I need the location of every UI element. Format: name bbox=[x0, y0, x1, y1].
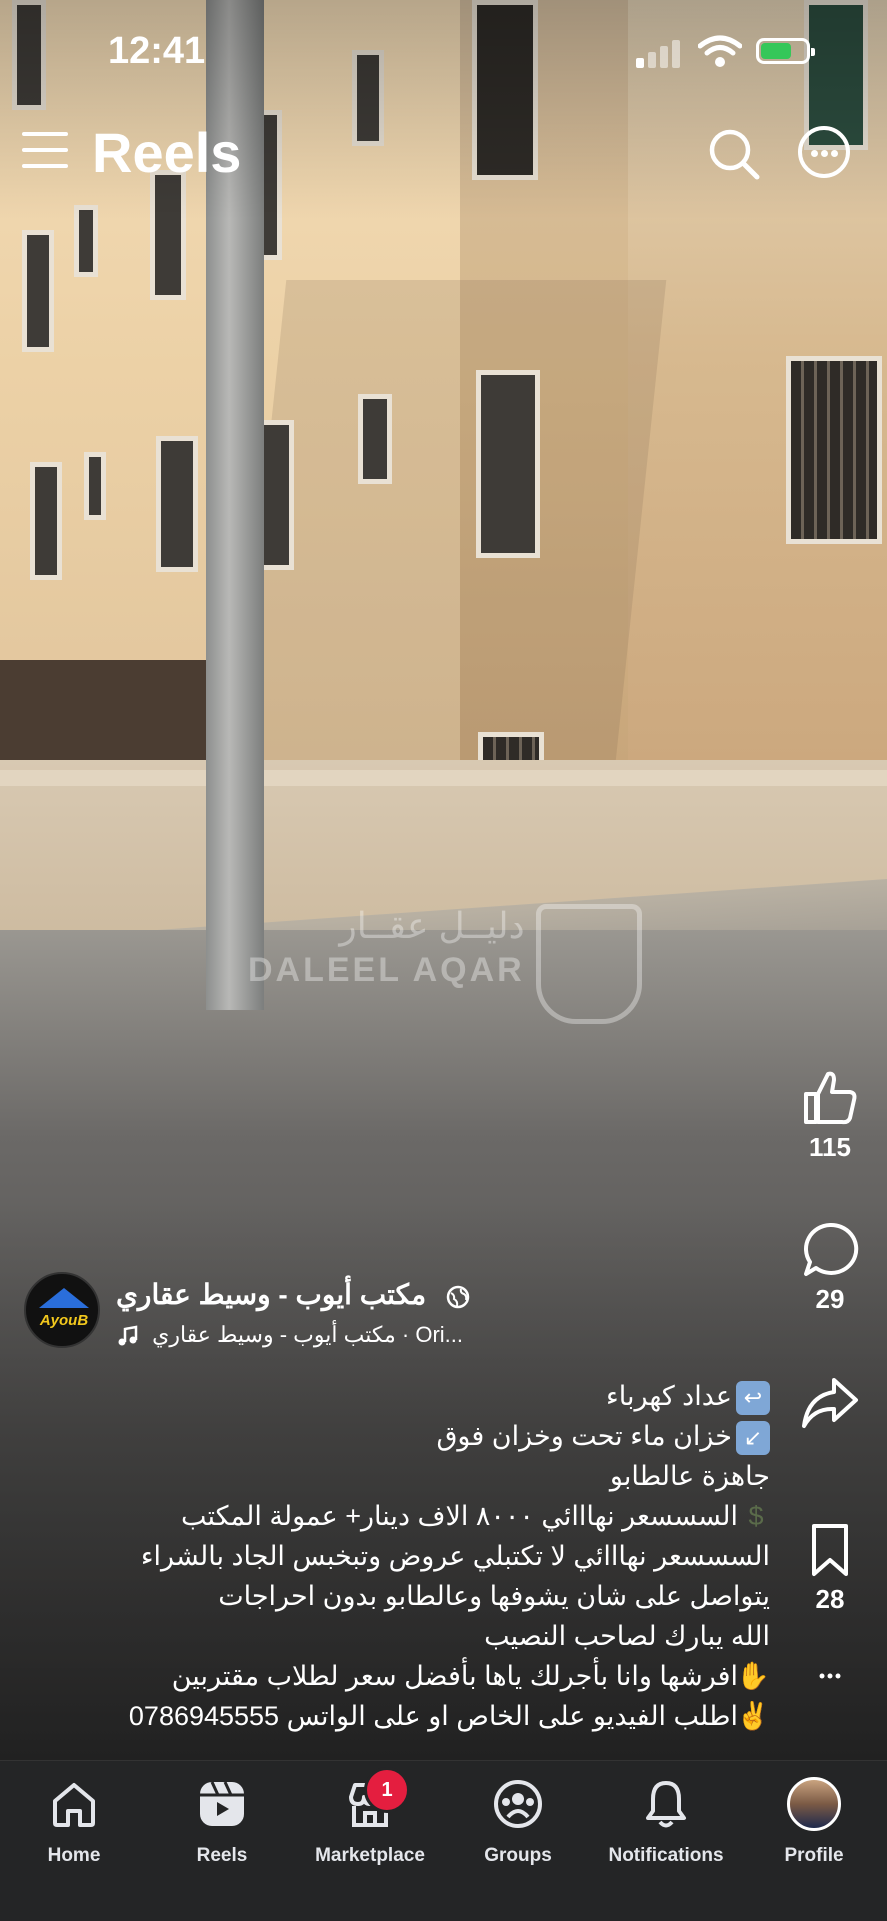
share-button[interactable] bbox=[790, 1372, 870, 1432]
wall-cap bbox=[0, 770, 887, 786]
comment-icon bbox=[804, 1222, 859, 1276]
caption-line: ✋افرشها وانا بأجرلك ياها بأفضل سعر لطلاب… bbox=[40, 1656, 770, 1696]
window bbox=[358, 394, 392, 484]
status-bar: 12:41 bbox=[0, 0, 887, 104]
window bbox=[84, 452, 106, 520]
window bbox=[30, 462, 62, 580]
bell-icon bbox=[646, 1781, 686, 1828]
save-button[interactable]: 28 bbox=[790, 1520, 870, 1615]
globe-icon bbox=[446, 1285, 470, 1308]
nav-home[interactable]: Home bbox=[0, 1777, 148, 1867]
search-icon[interactable] bbox=[708, 128, 760, 180]
watermark-logo-icon bbox=[536, 904, 642, 1024]
watermark: دليــل عقــار DALEEL AQAR bbox=[248, 905, 525, 990]
groups-icon bbox=[494, 1780, 542, 1828]
bookmark-icon bbox=[812, 1524, 848, 1576]
caption-line: ✌اطلب الفيديو على الخاص او على الواتس 07… bbox=[40, 1696, 770, 1736]
pole-shadow bbox=[233, 280, 667, 780]
return-arrow-icon: ↩ bbox=[736, 1380, 770, 1415]
raised-hand-icon: ✋ bbox=[736, 1661, 770, 1691]
menu-icon[interactable] bbox=[22, 132, 68, 170]
author-avatar[interactable]: AyouB bbox=[24, 1272, 100, 1348]
audio-text: مكتب أيوب - وسيط عقاري · Ori... bbox=[152, 1322, 463, 1347]
caption-line: يتواصل على شان يشوفها وعالطابو بدون احرا… bbox=[218, 1581, 770, 1611]
profile-avatar bbox=[787, 1777, 841, 1831]
nav-profile-label: Profile bbox=[784, 1845, 844, 1866]
caption-line: ↩عداد كهرباء bbox=[40, 1376, 770, 1416]
thumbs-up-icon bbox=[804, 1071, 857, 1125]
music-note-icon bbox=[118, 1325, 138, 1346]
cellular-signal-icon bbox=[636, 38, 684, 68]
down-left-arrow-icon: ↙ bbox=[736, 1420, 770, 1455]
caption-line: السسسعر نهااائي لا تكتبلي عروض وتبخبس ال… bbox=[140, 1541, 770, 1571]
caption-line: الله يبارك لصاحب النصيب bbox=[484, 1621, 770, 1651]
reel-caption[interactable]: ↩عداد كهرباء ↙خزان ماء تحت وخزان فوق جاه… bbox=[40, 1376, 770, 1736]
home-icon bbox=[53, 1783, 95, 1827]
save-count: 28 bbox=[815, 1584, 845, 1614]
share-icon bbox=[802, 1378, 858, 1428]
nav-groups[interactable]: Groups bbox=[444, 1777, 592, 1867]
page-title: Reels bbox=[92, 121, 242, 184]
window bbox=[156, 436, 198, 572]
wifi-icon bbox=[698, 35, 742, 67]
nav-reels[interactable]: Reels bbox=[148, 1777, 296, 1867]
window bbox=[476, 370, 540, 558]
caption-line: $السسسعر نهااائي ٨٠٠٠ الاف دينار+ عمولة … bbox=[40, 1496, 770, 1536]
nav-groups-label: Groups bbox=[484, 1845, 552, 1866]
author-name[interactable]: مكتب أيوب - وسيط عقاري bbox=[116, 1278, 470, 1311]
avatar-logo-text: AyouB bbox=[39, 1312, 89, 1329]
window bbox=[786, 356, 882, 544]
watermark-arabic: دليــل عقــار bbox=[339, 905, 525, 946]
bottom-navigation: Home Reels Marketplace 1 Groups Notifica… bbox=[0, 1760, 887, 1921]
crossed-fingers-icon: ✌ bbox=[736, 1701, 770, 1731]
watermark-english: DALEEL AQAR bbox=[248, 951, 525, 989]
comment-count: 29 bbox=[815, 1284, 845, 1314]
nav-marketplace-label: Marketplace bbox=[315, 1845, 425, 1866]
house-logo-icon bbox=[39, 1288, 89, 1308]
comment-button[interactable]: 29 bbox=[790, 1220, 870, 1315]
battery-icon bbox=[756, 38, 815, 64]
more-actions-button[interactable] bbox=[790, 1666, 870, 1696]
like-count: 115 bbox=[809, 1132, 851, 1162]
nav-reels-label: Reels bbox=[196, 1845, 248, 1866]
reels-header: Reels bbox=[0, 110, 887, 190]
caption-line: جاهزة عالطابو bbox=[609, 1461, 770, 1491]
window bbox=[22, 230, 54, 352]
audio-attribution[interactable]: مكتب أيوب - وسيط عقاري · Ori... bbox=[116, 1322, 463, 1348]
nav-notifications[interactable]: Notifications bbox=[592, 1777, 740, 1867]
nav-notifications-label: Notifications bbox=[608, 1845, 724, 1866]
like-button[interactable]: 115 bbox=[790, 1068, 870, 1163]
more-options-icon[interactable] bbox=[798, 126, 850, 178]
reels-icon bbox=[200, 1781, 244, 1826]
dollar-icon: $ bbox=[748, 1501, 764, 1531]
marketplace-badge: 1 bbox=[364, 1767, 410, 1813]
nav-home-label: Home bbox=[47, 1845, 101, 1866]
ellipsis-icon bbox=[819, 1673, 841, 1679]
status-time: 12:41 bbox=[108, 30, 206, 72]
nav-profile[interactable]: Profile bbox=[740, 1777, 887, 1867]
author-name-text: مكتب أيوب - وسيط عقاري bbox=[116, 1279, 427, 1310]
caption-line: ↙خزان ماء تحت وخزان فوق bbox=[40, 1416, 770, 1456]
